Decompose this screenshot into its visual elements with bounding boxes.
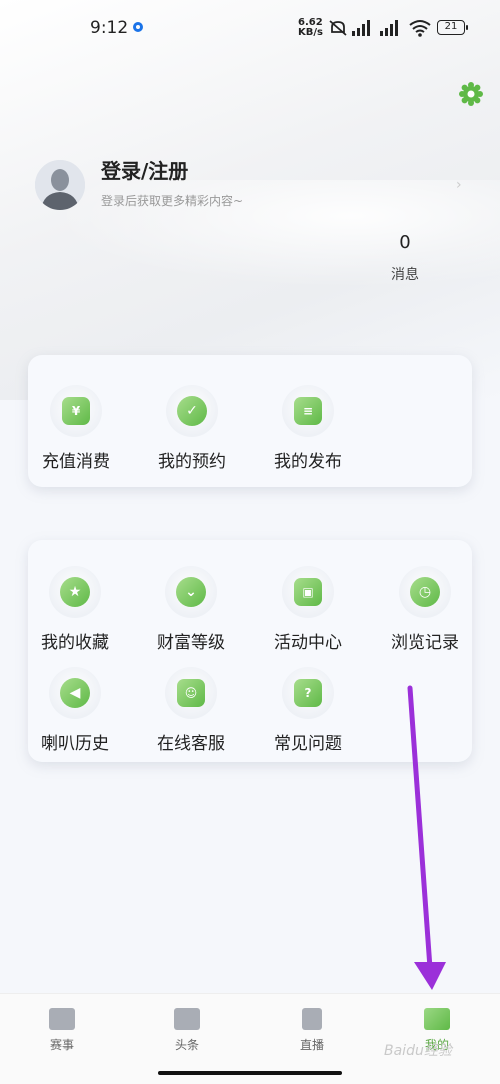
services-card: ★ 我的收藏 ⌄ 财富等级 ▣ 活动中心 ◷ 浏览记录 ◀ 喇叭历史 ☺ 在线客…	[28, 540, 472, 762]
service-label: 浏览记录	[391, 633, 459, 653]
tab-label: 直播	[299, 1038, 324, 1052]
service-label: 活动中心	[274, 633, 342, 653]
net-speed-unit: KB/s	[298, 27, 323, 38]
default-avatar-icon	[35, 160, 85, 210]
me-icon	[424, 1008, 450, 1030]
tab-live[interactable]: 直播	[272, 1008, 352, 1053]
reservation-icon: ✓	[166, 385, 218, 437]
service-activity-center[interactable]: ▣ 活动中心	[253, 566, 363, 653]
wifi-icon	[409, 20, 431, 37]
avatar[interactable]	[35, 160, 85, 210]
service-online-support[interactable]: ☺ 在线客服	[136, 667, 246, 754]
smile-icon: ☺	[165, 667, 217, 719]
message-count: 0	[399, 232, 411, 253]
service-faq[interactable]: ? 常见问题	[253, 667, 363, 754]
login-subtitle: 登录后获取更多精彩内容~	[101, 194, 244, 208]
quick-action-publish[interactable]: ≡ 我的发布	[253, 385, 363, 472]
signal-1-icon	[352, 20, 374, 36]
publish-icon: ≡	[282, 385, 334, 437]
quick-action-label: 我的发布	[274, 452, 342, 472]
service-horn-history[interactable]: ◀ 喇叭历史	[20, 667, 130, 754]
service-label: 在线客服	[157, 734, 225, 754]
service-wealth-level[interactable]: ⌄ 财富等级	[136, 566, 246, 653]
match-icon	[49, 1008, 75, 1030]
service-favorites[interactable]: ★ 我的收藏	[20, 566, 130, 653]
status-bar: 9:12 6.62 KB/s 21	[0, 0, 500, 58]
tab-match[interactable]: 赛事	[22, 1008, 102, 1053]
settings-gear-icon[interactable]	[459, 82, 483, 106]
signal-2-icon	[380, 20, 402, 36]
gift-icon: ▣	[282, 566, 334, 618]
clock-icon: ◷	[399, 566, 451, 618]
mute-icon	[329, 20, 347, 36]
home-indicator[interactable]	[158, 1071, 342, 1075]
quick-action-label: 我的预约	[158, 452, 226, 472]
diamond-icon: ⌄	[165, 566, 217, 618]
watermark: Baidu经验	[384, 1043, 452, 1059]
quick-actions-card: ¥ 充值消费 ✓ 我的预约 ≡ 我的发布	[28, 355, 472, 487]
recharge-icon: ¥	[50, 385, 102, 437]
login-register-link[interactable]: 登录/注册	[101, 155, 188, 184]
tab-label: 赛事	[49, 1038, 74, 1052]
question-icon: ?	[282, 667, 334, 719]
service-label: 我的收藏	[41, 633, 109, 653]
service-label: 喇叭历史	[41, 734, 109, 754]
live-icon	[302, 1008, 322, 1030]
tab-label: 头条	[174, 1038, 199, 1052]
quick-action-recharge[interactable]: ¥ 充值消费	[21, 385, 131, 472]
net-speed: 6.62 KB/s	[298, 18, 323, 38]
service-label: 常见问题	[274, 734, 342, 754]
message-label: 消息	[391, 267, 419, 283]
battery-icon: 21	[437, 20, 468, 35]
quick-action-reservation[interactable]: ✓ 我的预约	[137, 385, 247, 472]
service-label: 财富等级	[157, 633, 225, 653]
tab-headlines[interactable]: 头条	[147, 1008, 227, 1053]
star-icon: ★	[49, 566, 101, 618]
service-browse-history[interactable]: ◷ 浏览记录	[370, 566, 480, 653]
status-time: 9:12	[90, 18, 129, 38]
quick-action-label: 充值消费	[42, 452, 110, 472]
megaphone-icon: ◀	[49, 667, 101, 719]
chevron-right-icon[interactable]: ›	[456, 177, 462, 193]
headline-icon	[174, 1008, 200, 1030]
battery-level: 21	[444, 21, 458, 32]
notification-dot-icon	[133, 22, 143, 32]
